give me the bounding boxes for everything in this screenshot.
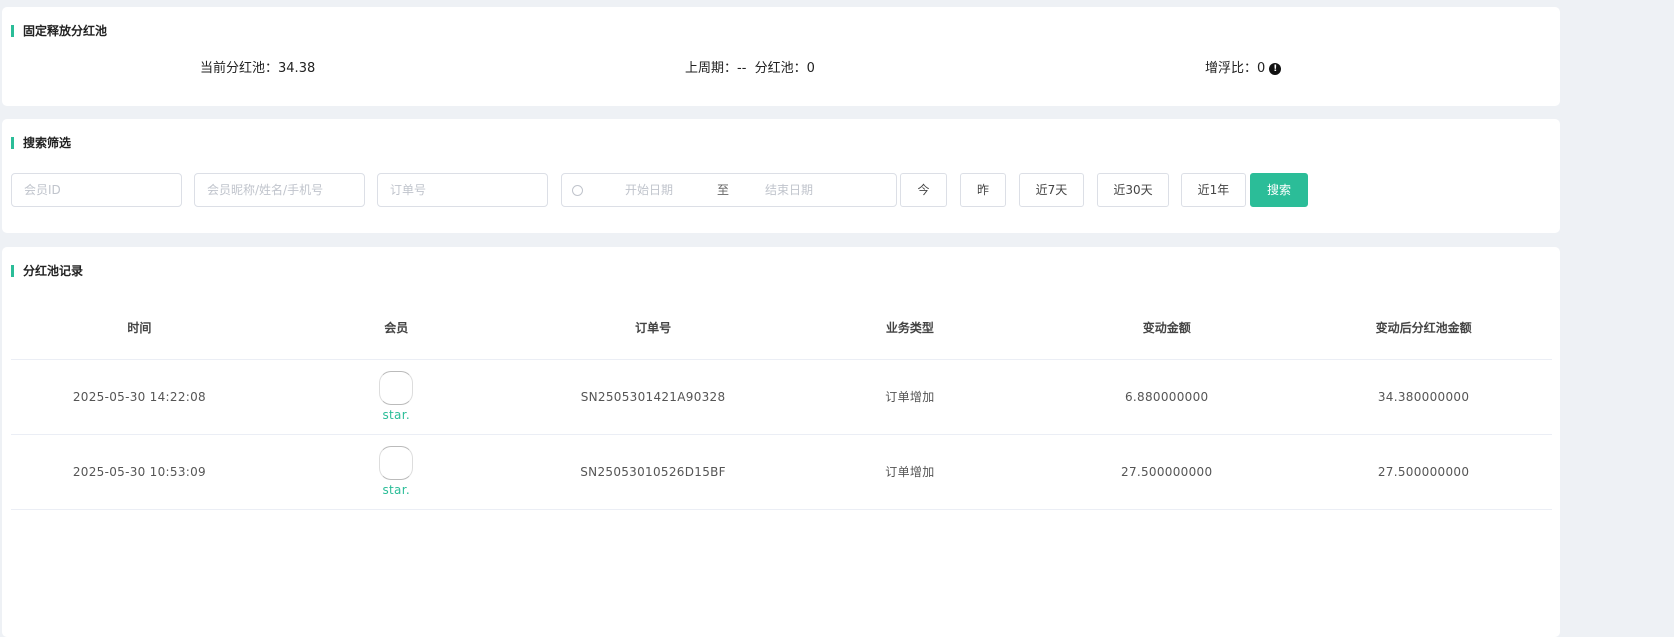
- today-button[interactable]: 今: [900, 173, 947, 207]
- cell-type: 订单增加: [781, 434, 1039, 510]
- col-change: 变动金额: [1038, 297, 1296, 360]
- member-id-input[interactable]: 会员ID: [11, 173, 182, 207]
- search-button[interactable]: 搜索: [1250, 173, 1308, 207]
- pool-title: 固定释放分红池: [11, 24, 107, 38]
- cell-change: 6.880000000: [1038, 359, 1296, 435]
- member-name[interactable]: star.: [268, 483, 525, 497]
- table-row: 2025-05-30 10:53:09 star. SN25053010526D…: [11, 434, 1552, 510]
- table-row: 2025-05-30 14:22:08 star. SN2505301421A9…: [11, 359, 1552, 435]
- last-year-button[interactable]: 近1年: [1181, 173, 1246, 207]
- last-week-pool: 上周期：-- 分红池：0: [685, 57, 815, 76]
- cell-type: 订单增加: [781, 359, 1039, 435]
- records-table: 时间 会员 订单号 业务类型 变动金额 变动后分红池金额 2025-05-30 …: [11, 297, 1552, 510]
- records-title: 分红池记录: [11, 264, 83, 278]
- cell-after: 34.380000000: [1295, 359, 1552, 435]
- end-date[interactable]: 结束日期: [765, 174, 813, 206]
- ratio-label: 增浮比：: [1205, 61, 1258, 76]
- yesterday-button[interactable]: 昨: [960, 173, 1006, 207]
- range-separator: 至: [717, 183, 730, 197]
- start-date[interactable]: 开始日期: [625, 174, 673, 206]
- col-after: 变动后分红池金额: [1295, 297, 1552, 360]
- info-icon[interactable]: !: [1269, 63, 1282, 75]
- col-order: 订单号: [524, 297, 782, 360]
- last-week-label: 上周期：-- 分红池：: [685, 61, 807, 76]
- ratio: 增浮比：0!: [1205, 57, 1282, 76]
- current-pool: 当前分红池：34.38: [200, 57, 315, 76]
- cell-member: star.: [267, 434, 525, 510]
- cell-after: 27.500000000: [1295, 434, 1552, 510]
- cell-order: SN25053010526D15BF: [524, 434, 782, 510]
- member-name[interactable]: star.: [268, 408, 525, 422]
- filter-card: 搜索筛选 会员ID 会员昵称/姓名/手机号 订单号 开始日期 至 结束日期 今 …: [2, 119, 1560, 233]
- ratio-value: 0: [1257, 61, 1266, 76]
- cell-time: 2025-05-30 14:22:08: [11, 359, 268, 435]
- cell-order: SN2505301421A90328: [524, 359, 782, 435]
- last-7-days-button[interactable]: 近7天: [1019, 173, 1084, 207]
- col-member: 会员: [267, 297, 525, 360]
- clock-icon: [572, 185, 583, 196]
- cell-time: 2025-05-30 10:53:09: [11, 434, 268, 510]
- avatar: [379, 446, 414, 480]
- col-time: 时间: [11, 297, 268, 360]
- last-week-value: 0: [806, 61, 815, 76]
- member-name-input[interactable]: 会员昵称/姓名/手机号: [194, 173, 365, 207]
- records-card: 分红池记录 时间 会员 订单号 业务类型 变动金额 变动后分红池金额 2025-…: [2, 247, 1560, 637]
- current-pool-value: 34.38: [278, 61, 316, 76]
- col-type: 业务类型: [781, 297, 1039, 360]
- filter-title: 搜索筛选: [11, 136, 71, 150]
- last-30-days-button[interactable]: 近30天: [1097, 173, 1169, 207]
- pool-card: 固定释放分红池 当前分红池：34.38 上周期：-- 分红池：0 增浮比：0!: [2, 7, 1560, 106]
- order-input[interactable]: 订单号: [377, 173, 548, 207]
- cell-member: star.: [267, 359, 525, 435]
- date-range-picker[interactable]: 开始日期 至 结束日期: [561, 173, 897, 207]
- cell-change: 27.500000000: [1038, 434, 1296, 510]
- current-pool-label: 当前分红池：: [200, 61, 279, 76]
- avatar: [379, 371, 414, 405]
